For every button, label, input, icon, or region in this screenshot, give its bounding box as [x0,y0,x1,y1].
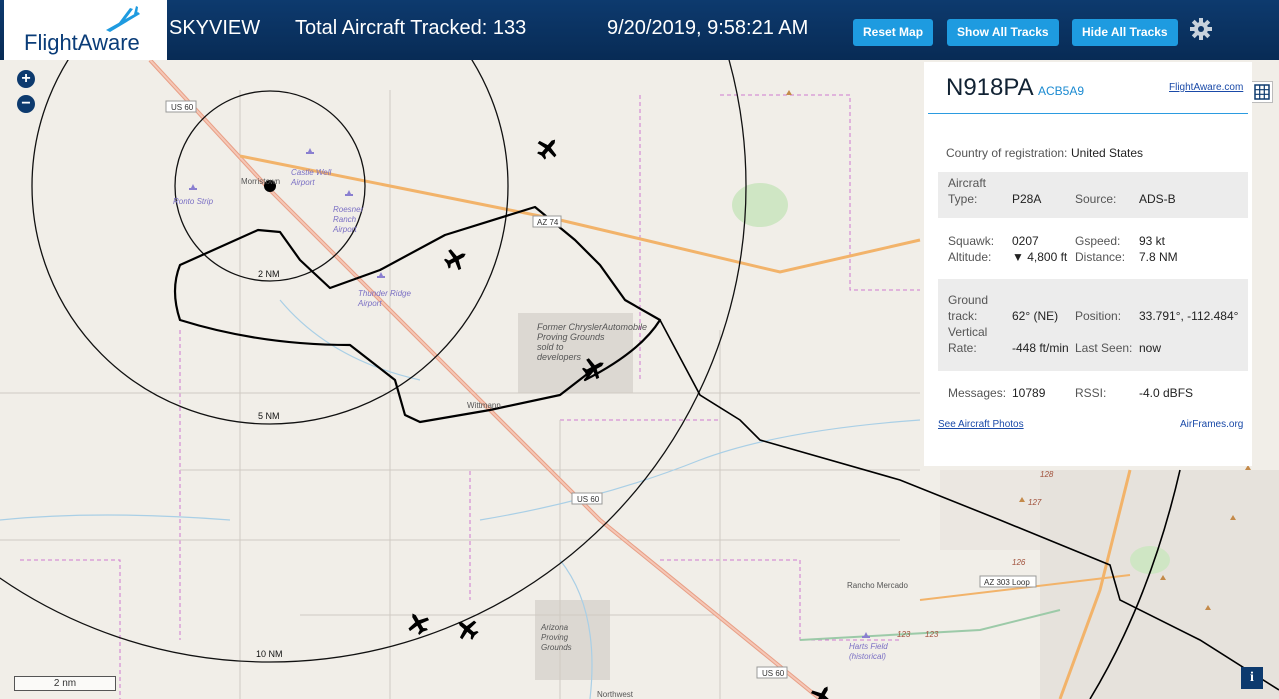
road-label-6: 126 [1012,558,1026,567]
gspeed-label: Gspeed: [1075,234,1121,248]
scale-bar: 2 nm [14,676,116,691]
vertical-label: Vertical [948,325,988,339]
road-shield: AZ 74 [532,215,562,228]
grid-view-icon[interactable] [1251,81,1273,103]
ring-label-5nm: 5 NM [258,411,280,421]
altitude-label: Altitude: [948,250,992,264]
country-label: Country of registration: [946,146,1068,160]
lastseen-value: now [1139,341,1162,355]
zoom-out-button[interactable]: − [17,95,35,113]
tracked-count: Total Aircraft Tracked: 133 [295,17,527,39]
aircraft-label: Aircraft [948,176,987,190]
gear-icon[interactable] [1189,17,1213,41]
road-label-1: US 60 [577,495,600,504]
squawk-value: 0207 [1012,234,1039,248]
hide-all-tracks-button[interactable]: Hide All Tracks [1072,19,1178,46]
lastseen-label: Last Seen: [1075,341,1133,355]
map-label-northwest: Northwest [597,690,634,699]
zoom-in-button[interactable]: + [17,70,35,88]
app-name: SKYVIEW [169,17,261,39]
country-value: United States [1071,146,1144,160]
logo-plane-icon [106,6,140,32]
distance-label: Distance: [1075,250,1126,264]
map-label-wittmann: Wittmann [467,401,501,410]
country-row: Country of registration: United States [938,142,1248,164]
map-label-arizona-proving: Arizona Proving Grounds [540,623,572,652]
track-value: 62° (NE) [1012,309,1059,323]
track-row: Ground track: 62° (NE) Position: 33.791°… [938,279,1248,371]
road-shield: US 60 [756,666,788,679]
flightaware-link[interactable]: FlightAware.com [1169,82,1243,93]
road-label-5: AZ 303 Loop [984,578,1030,587]
road-label-2: US 60 [762,669,785,678]
aircraft-info-panel: N918PA ACB5A9 FlightAware.com Country of… [924,62,1252,466]
type-label: Type: [948,192,978,206]
squawk-row: Squawk: 0207 Gspeed: 93 kt Altitude: ▼ 4… [938,230,1248,270]
flightaware-logo[interactable]: FlightAware [4,0,167,60]
map-label-morristown: Morristown [241,177,280,186]
show-all-tracks-button[interactable]: Show All Tracks [947,19,1059,46]
track-label: track: [948,309,978,323]
distance-value: 7.8 NM [1139,250,1178,264]
road-label-7: 127 [1028,498,1042,507]
info-button[interactable]: i [1241,667,1263,689]
road-label-10: 123 [925,630,939,639]
road-label-8: 128 [1040,470,1054,479]
rate-value: -448 ft/min [1012,341,1069,355]
road-label-0: US 60 [171,103,194,112]
reset-map-button[interactable]: Reset Map [853,19,934,46]
altitude-value: ▼ 4,800 ft [1012,250,1068,264]
road-shield: US 60 [571,492,603,505]
map-label-harts-field: Harts Field (historical) [849,642,888,661]
source-label: Source: [1075,192,1117,206]
position-label: Position: [1075,309,1122,323]
aircraft-type-row: Aircraft Type: P28A Source: ADS-B [938,172,1248,218]
rssi-value: -4.0 dBFS [1139,386,1194,400]
ring-label-2nm: 2 NM [258,269,280,279]
ground-label: Ground [948,293,989,307]
gspeed-value: 93 kt [1139,234,1166,248]
messages-label: Messages: [948,386,1007,400]
see-aircraft-photos-link[interactable]: See Aircraft Photos [938,419,1024,430]
map-label-ronto: Ronto Strip [173,197,214,206]
road-shield: AZ 303 Loop [979,575,1037,588]
datetime: 9/20/2019, 9:58:21 AM [607,17,809,39]
road-shield: US 60 [165,100,197,113]
squawk-label: Squawk: [948,234,995,248]
messages-row: Messages: 10789 RSSI: -4.0 dBFS [938,382,1248,404]
road-label-4: AZ 74 [537,218,559,227]
ring-label-10nm: 10 NM [256,649,283,659]
aircraft-hex-code[interactable]: ACB5A9 [1038,84,1084,98]
rssi-label: RSSI: [1075,386,1107,400]
top-bar: FlightAware SKYVIEW Total Aircraft Track… [0,0,1279,60]
airframes-link[interactable]: AirFrames.org [1180,419,1243,430]
messages-value: 10789 [1012,386,1046,400]
road-label-9: 123 [897,630,911,639]
panel-divider [928,113,1248,114]
position-value: 33.791°, -112.484° [1139,309,1239,323]
rate-label: Rate: [948,341,977,355]
type-value: P28A [1012,192,1042,206]
aircraft-tail-number: N918PA [946,74,1034,101]
source-value: ADS-B [1139,192,1176,206]
map-label-rancho-mercado: Rancho Mercado [847,581,908,590]
